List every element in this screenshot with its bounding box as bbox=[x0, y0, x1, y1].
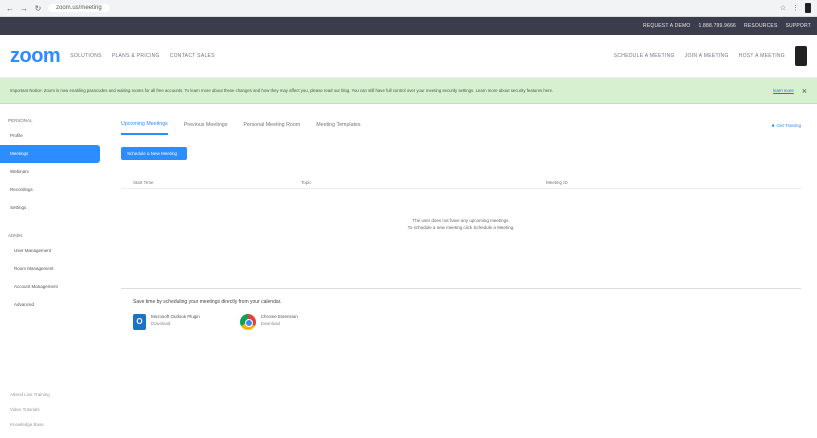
training-icon: ■ bbox=[771, 122, 775, 128]
outlook-download-link[interactable]: Download bbox=[151, 321, 200, 326]
sidebar-item-meetings[interactable]: Meetings bbox=[0, 145, 100, 163]
nav-solutions[interactable]: SOLUTIONS bbox=[70, 53, 102, 59]
sidebar-item-room-management[interactable]: Room Management bbox=[0, 260, 100, 278]
top-utility-bar: REQUEST A DEMO 1.888.799.9666 RESOURCES … bbox=[0, 17, 817, 35]
sidebar-item-user-management[interactable]: User Management bbox=[0, 242, 100, 260]
host-meeting-link[interactable]: HOST A MEETING bbox=[739, 53, 785, 59]
tab-previous-meetings[interactable]: Previous Meetings bbox=[184, 122, 228, 134]
sidebar-item-recordings[interactable]: Recordings bbox=[0, 181, 100, 199]
sidebar-personal-heading: PERSONAL bbox=[8, 118, 33, 123]
get-training-link[interactable]: ■ Get Training bbox=[772, 123, 801, 128]
sidebar-item-account-management[interactable]: Account Management bbox=[0, 278, 100, 296]
extension-icon[interactable] bbox=[805, 3, 811, 13]
resources-link[interactable]: RESOURCES bbox=[744, 23, 777, 29]
back-icon[interactable]: ← bbox=[6, 4, 14, 13]
col-meeting-id: Meeting ID bbox=[546, 180, 568, 185]
attend-training-link[interactable]: Attend Live Training bbox=[0, 387, 60, 402]
phone-link[interactable]: 1.888.799.9666 bbox=[698, 23, 736, 29]
empty-state: The user does not have any upcoming meet… bbox=[121, 217, 801, 231]
chrome-download-link[interactable]: Download bbox=[261, 321, 298, 326]
sidebar-item-webinars[interactable]: Webinars bbox=[0, 163, 100, 181]
meetings-table-header: Start Time Topic Meeting ID bbox=[121, 177, 801, 189]
section-divider bbox=[121, 288, 801, 289]
calendar-plugin-heading: Save time by scheduling your meetings di… bbox=[133, 299, 282, 305]
sidebar-item-profile[interactable]: Profile bbox=[0, 127, 100, 145]
address-bar[interactable]: zoom.us/meeting bbox=[48, 4, 110, 12]
tab-meeting-templates[interactable]: Meeting Templates bbox=[316, 122, 360, 134]
chrome-icon bbox=[239, 314, 256, 330]
knowledge-base-link[interactable]: Knowledge Base bbox=[0, 417, 60, 432]
col-topic[interactable]: Topic bbox=[301, 180, 546, 185]
join-meeting-link[interactable]: JOIN A MEETING bbox=[685, 53, 729, 59]
header-actions: SCHEDULE A MEETING JOIN A MEETING HOST A… bbox=[614, 46, 807, 66]
browser-toolbar: ← → ↻ zoom.us/meeting ☆ ⋮ bbox=[0, 0, 817, 17]
zoom-logo[interactable]: zoom bbox=[10, 45, 61, 68]
close-icon[interactable]: × bbox=[802, 86, 807, 96]
chrome-extension[interactable]: Chrome Extension Download bbox=[239, 314, 298, 330]
sidebar-item-advanced[interactable]: Advanced bbox=[0, 296, 100, 314]
header-nav: SOLUTIONS PLANS & PRICING CONTACT SALES bbox=[70, 53, 215, 59]
tab-upcoming-meetings[interactable]: Upcoming Meetings bbox=[121, 121, 168, 135]
outlook-plugin-name: Microsoft Outlook Plugin bbox=[151, 314, 200, 319]
nav-plans-pricing[interactable]: PLANS & PRICING bbox=[112, 53, 160, 59]
banner-text: Important Notice: Zoom is now enabling p… bbox=[10, 88, 554, 93]
support-link[interactable]: SUPPORT bbox=[786, 23, 811, 29]
empty-message-line1: The user does not have any upcoming meet… bbox=[412, 218, 510, 223]
menu-icon[interactable]: ⋮ bbox=[792, 4, 799, 12]
main-content: Upcoming Meetings Previous Meetings Pers… bbox=[105, 104, 817, 438]
notice-banner: Important Notice: Zoom is now enabling p… bbox=[0, 78, 817, 104]
sidebar: PERSONAL Profile Meetings Webinars Recor… bbox=[0, 104, 105, 438]
get-training-label: Get Training bbox=[776, 122, 801, 128]
sidebar-item-settings[interactable]: Settings bbox=[0, 199, 100, 217]
col-start-time[interactable]: Start Time bbox=[133, 180, 301, 185]
bookmark-icon[interactable]: ☆ bbox=[780, 4, 786, 12]
nav-contact-sales[interactable]: CONTACT SALES bbox=[170, 53, 215, 59]
outlook-icon: O bbox=[133, 314, 146, 330]
empty-message-line2: To schedule a new meeting click Schedule… bbox=[407, 225, 515, 230]
chrome-extension-name: Chrome Extension bbox=[260, 314, 298, 319]
sidebar-admin-heading: ADMIN bbox=[8, 233, 23, 238]
main-header: zoom SOLUTIONS PLANS & PRICING CONTACT S… bbox=[0, 35, 817, 78]
plugin-list: O Microsoft Outlook Plugin Download Chro… bbox=[121, 314, 801, 330]
schedule-meeting-link[interactable]: SCHEDULE A MEETING bbox=[614, 53, 675, 59]
banner-learn-more-link[interactable]: learn more bbox=[773, 88, 794, 93]
reload-icon[interactable]: ↻ bbox=[34, 4, 42, 13]
sidebar-help-links: Attend Live Training Video Tutorials Kno… bbox=[0, 387, 60, 432]
meeting-tabs: Upcoming Meetings Previous Meetings Pers… bbox=[121, 116, 801, 135]
tab-personal-meeting-room[interactable]: Personal Meeting Room bbox=[243, 122, 300, 134]
video-tutorials-link[interactable]: Video Tutorials bbox=[0, 402, 60, 417]
forward-icon[interactable]: → bbox=[20, 4, 28, 13]
schedule-new-meeting-button[interactable]: Schedule a New Meeting bbox=[121, 147, 187, 160]
outlook-plugin[interactable]: O Microsoft Outlook Plugin Download bbox=[133, 314, 200, 330]
browser-actions: ☆ ⋮ bbox=[780, 3, 811, 13]
request-demo-link[interactable]: REQUEST A DEMO bbox=[643, 23, 690, 29]
avatar[interactable] bbox=[795, 46, 807, 66]
